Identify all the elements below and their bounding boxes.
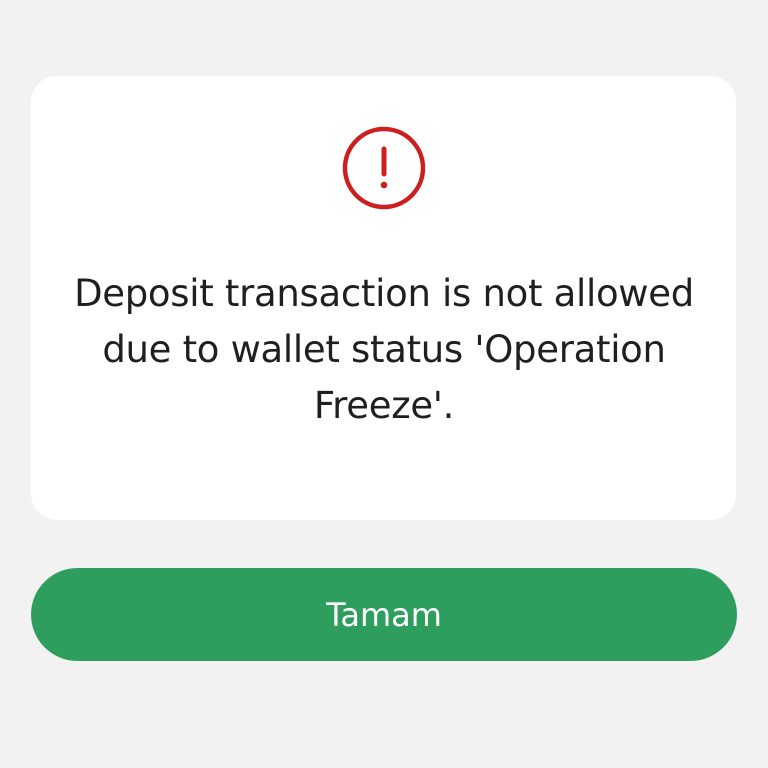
ok-button[interactable]: Tamam — [31, 568, 737, 661]
exclamation-circle-icon — [341, 125, 427, 211]
error-message: Deposit transaction is not allowed due t… — [74, 272, 694, 427]
